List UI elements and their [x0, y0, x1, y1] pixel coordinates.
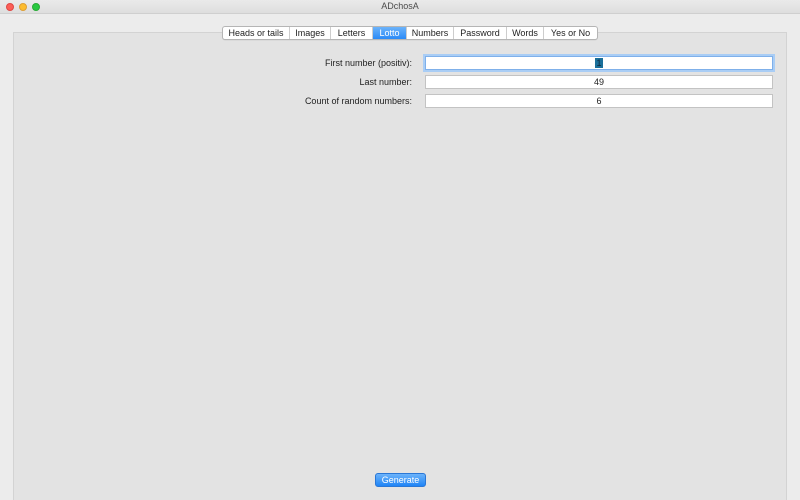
last-number-field[interactable]: 49 — [425, 75, 773, 89]
tab-lotto[interactable]: Lotto — [373, 27, 407, 39]
tab-numbers[interactable]: Numbers — [407, 27, 454, 39]
tab-images[interactable]: Images — [290, 27, 331, 39]
count-field[interactable]: 6 — [425, 94, 773, 108]
first-number-field[interactable]: 1 — [425, 56, 773, 70]
first-number-label: First number (positiv): — [324, 58, 412, 68]
tab-password[interactable]: Password — [454, 27, 507, 39]
tab-bar: Heads or tails Images Letters Lotto Numb… — [222, 26, 598, 40]
title-bar: ADchosA — [0, 0, 800, 14]
generate-button[interactable]: Generate — [375, 473, 426, 487]
first-number-value: 1 — [595, 58, 603, 68]
tab-letters[interactable]: Letters — [331, 27, 373, 39]
tab-yes-or-no[interactable]: Yes or No — [544, 27, 597, 39]
last-number-label: Last number: — [359, 77, 412, 87]
window-title: ADchosA — [381, 1, 419, 11]
tab-words[interactable]: Words — [507, 27, 544, 39]
tab-heads-or-tails[interactable]: Heads or tails — [223, 27, 290, 39]
count-label: Count of random numbers: — [304, 96, 412, 106]
